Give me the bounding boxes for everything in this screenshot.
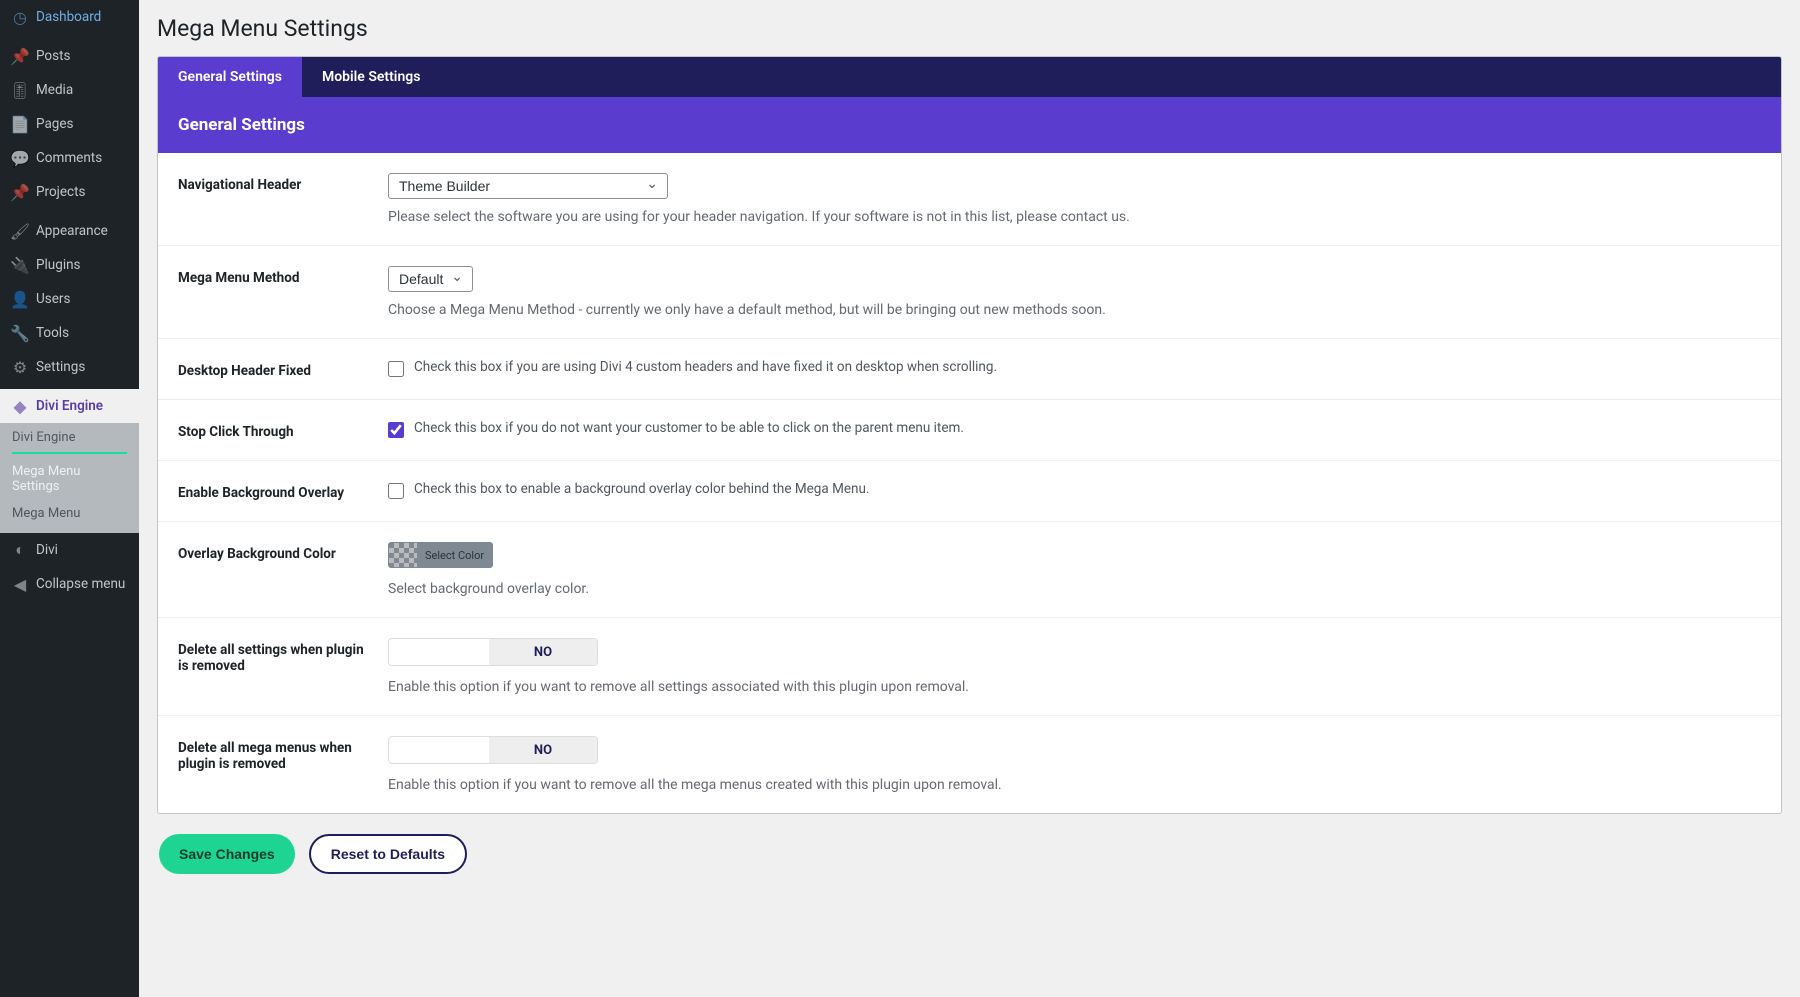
sidebar-plugins[interactable]: 🔌Plugins — [0, 248, 139, 282]
sidebar-settings[interactable]: ⚙Settings — [0, 350, 139, 384]
user-icon: 👤 — [10, 289, 30, 309]
method-desc: Choose a Mega Menu Method - currently we… — [388, 302, 1761, 318]
label-overlay-color: Overlay Background Color — [178, 542, 388, 597]
label-delete-settings: Delete all settings when plugin is remov… — [178, 638, 388, 695]
brush-icon: 🖌 — [10, 221, 30, 241]
sidebar-projects[interactable]: 📌Projects — [0, 175, 139, 209]
delete-settings-toggle[interactable]: NO — [388, 638, 598, 666]
sidebar-comments[interactable]: 💬Comments — [0, 141, 139, 175]
nav-header-desc: Please select the software you are using… — [388, 209, 1761, 225]
gear-icon: ⚙ — [10, 357, 30, 377]
label-desktop-fixed: Desktop Header Fixed — [178, 359, 388, 379]
stop-click-checkbox[interactable] — [388, 422, 404, 438]
divi-icon: ◐ — [10, 540, 30, 560]
main-content: Mega Menu Settings General Settings Mobi… — [139, 0, 1800, 997]
row-stop-click: Stop Click Through Check this box if you… — [158, 400, 1781, 461]
action-buttons: Save Changes Reset to Defaults — [157, 834, 1782, 874]
tab-mobile[interactable]: Mobile Settings — [302, 57, 440, 97]
desktop-fixed-checkbox[interactable] — [388, 361, 404, 377]
sidebar-divi[interactable]: ◐Divi — [0, 533, 139, 567]
sidebar-posts[interactable]: 📌Posts — [0, 39, 139, 73]
pin-icon: 📌 — [10, 182, 30, 202]
settings-panel: General Settings Mobile Settings General… — [157, 56, 1782, 814]
comment-icon: 💬 — [10, 148, 30, 168]
admin-sidebar: ◷Dashboard 📌Posts 🎚Media 📄Pages 💬Comment… — [0, 0, 139, 997]
row-delete-menus: Delete all mega menus when plugin is rem… — [158, 716, 1781, 813]
sidebar-divi-engine[interactable]: ◆Divi Engine — [0, 389, 139, 423]
sidebar-tools[interactable]: 🔧Tools — [0, 316, 139, 350]
label-nav-header: Navigational Header — [178, 173, 388, 225]
collapse-icon: ◀ — [10, 574, 30, 594]
delete-menus-toggle[interactable]: NO — [388, 736, 598, 764]
dashboard-icon: ◷ — [10, 7, 30, 27]
submenu-mega-menu[interactable]: Mega Menu — [0, 500, 139, 527]
sidebar-dashboard[interactable]: ◷Dashboard — [0, 0, 139, 34]
sidebar-pages[interactable]: 📄Pages — [0, 107, 139, 141]
bg-overlay-checkbox[interactable] — [388, 483, 404, 499]
reset-button[interactable]: Reset to Defaults — [309, 834, 467, 874]
divi-engine-icon: ◆ — [10, 396, 30, 416]
transparent-swatch-icon — [389, 543, 417, 567]
desktop-fixed-desc: Check this box if you are using Divi 4 c… — [414, 359, 997, 375]
stop-click-desc: Check this box if you do not want your c… — [414, 420, 964, 436]
sidebar-submenu: Divi Engine Mega Menu Settings Mega Menu — [0, 423, 139, 533]
sidebar-collapse[interactable]: ◀Collapse menu — [0, 567, 139, 601]
tab-bar: General Settings Mobile Settings — [158, 57, 1781, 97]
submenu-divi-engine[interactable]: Divi Engine — [0, 423, 139, 452]
sidebar-users[interactable]: 👤Users — [0, 282, 139, 316]
label-delete-menus: Delete all mega menus when plugin is rem… — [178, 736, 388, 793]
label-stop-click: Stop Click Through — [178, 420, 388, 440]
bg-overlay-desc: Check this box to enable a background ov… — [414, 481, 870, 497]
overlay-color-desc: Select background overlay color. — [388, 581, 1761, 597]
row-overlay-color: Overlay Background Color Select Color Se… — [158, 522, 1781, 618]
row-bg-overlay: Enable Background Overlay Check this box… — [158, 461, 1781, 522]
page-icon: 📄 — [10, 114, 30, 134]
page-title: Mega Menu Settings — [157, 15, 1782, 42]
sidebar-media[interactable]: 🎚Media — [0, 73, 139, 107]
row-desktop-fixed: Desktop Header Fixed Check this box if y… — [158, 339, 1781, 400]
delete-menus-desc: Enable this option if you want to remove… — [388, 777, 1761, 793]
delete-settings-desc: Enable this option if you want to remove… — [388, 679, 1761, 695]
label-method: Mega Menu Method — [178, 266, 388, 318]
row-delete-settings: Delete all settings when plugin is remov… — [158, 618, 1781, 716]
sidebar-appearance[interactable]: 🖌Appearance — [0, 214, 139, 248]
submenu-mega-menu-settings[interactable]: Mega Menu Settings — [0, 458, 139, 500]
row-method: Mega Menu Method Default Choose a Mega M… — [158, 246, 1781, 339]
tab-general[interactable]: General Settings — [158, 57, 302, 97]
label-bg-overlay: Enable Background Overlay — [178, 481, 388, 501]
overlay-color-button[interactable]: Select Color — [388, 542, 493, 568]
wrench-icon: 🔧 — [10, 323, 30, 343]
nav-header-select[interactable]: Theme Builder — [388, 173, 668, 199]
plug-icon: 🔌 — [10, 255, 30, 275]
row-nav-header: Navigational Header Theme Builder Please… — [158, 153, 1781, 246]
pin-icon: 📌 — [10, 46, 30, 66]
media-icon: 🎚 — [10, 80, 30, 100]
save-button[interactable]: Save Changes — [159, 834, 295, 874]
method-select[interactable]: Default — [388, 266, 473, 292]
section-header: General Settings — [158, 97, 1781, 153]
